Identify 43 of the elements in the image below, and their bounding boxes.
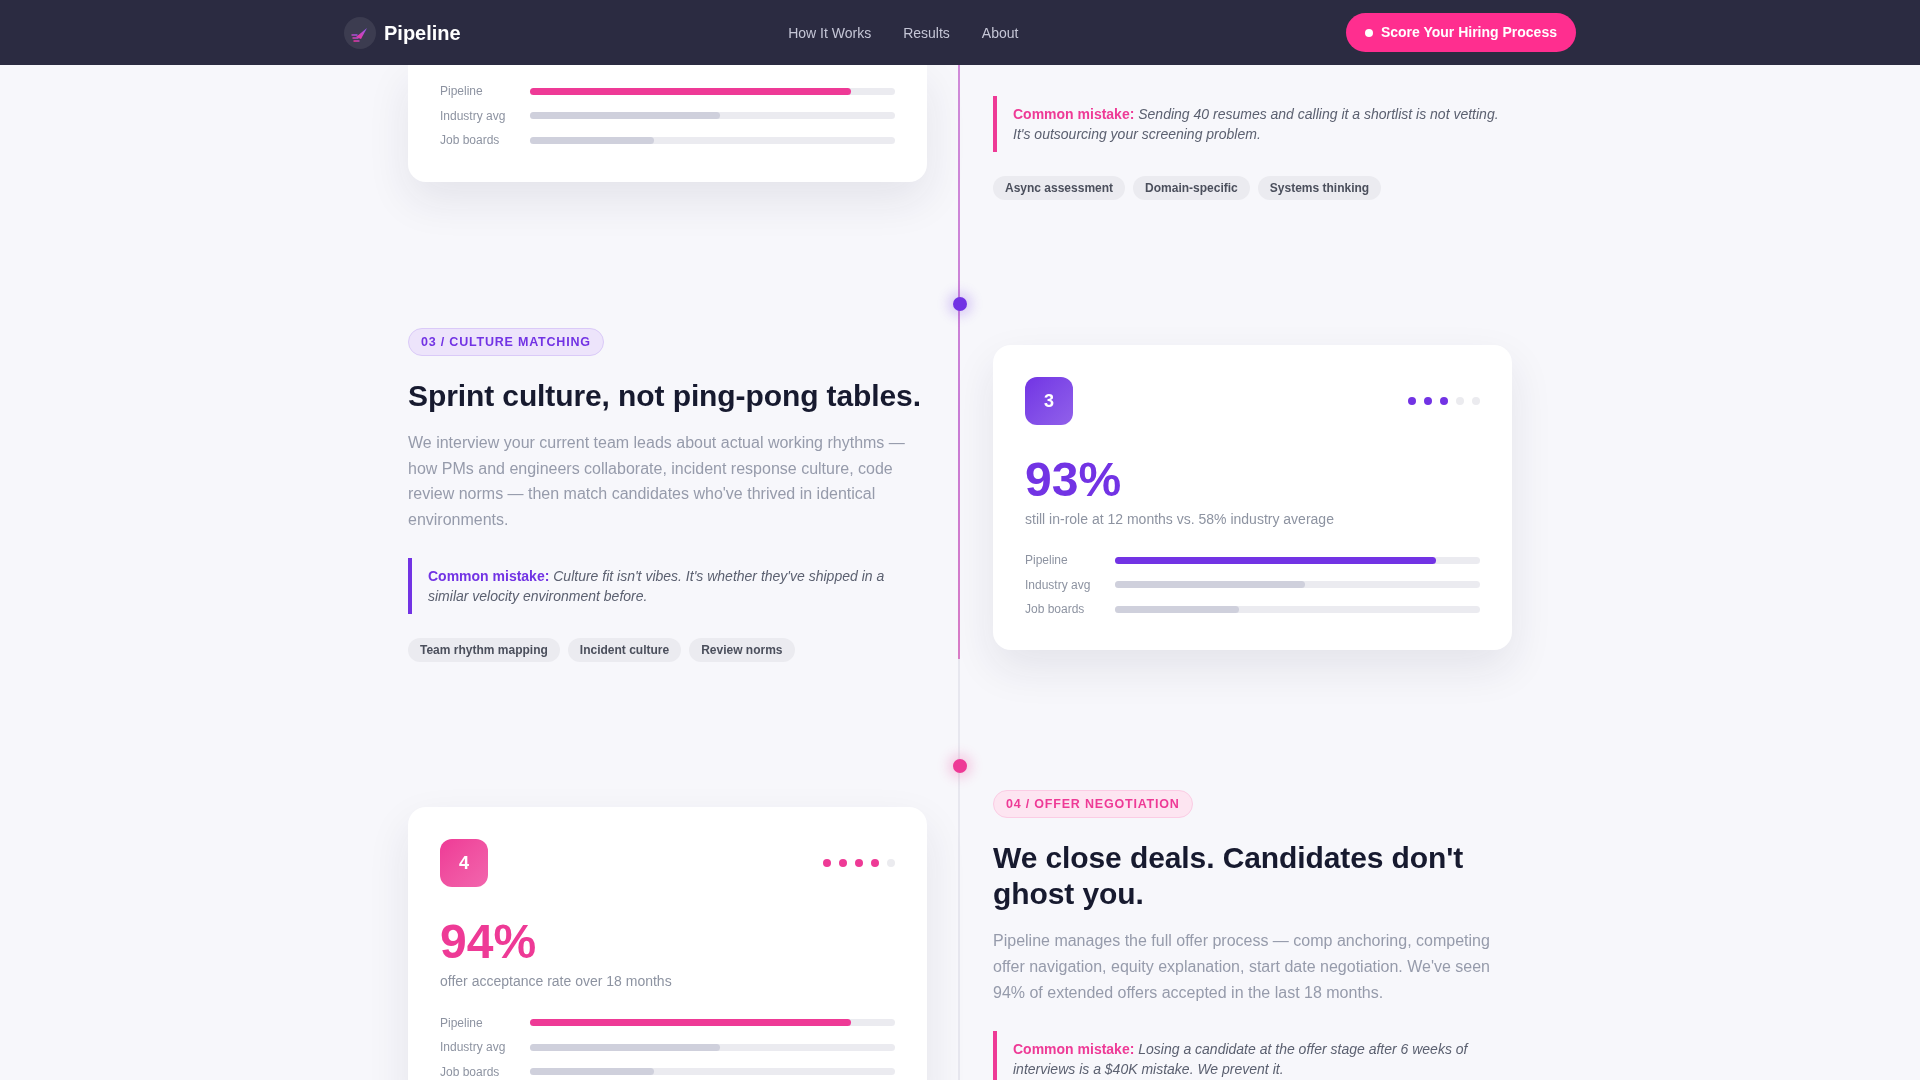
bar-label: Industry avg <box>440 1039 506 1056</box>
section-heading: Sprint culture, not ping-pong tables. <box>408 378 921 414</box>
brand-name[interactable]: Pipeline <box>384 20 461 45</box>
bar-label: Job boards <box>1025 601 1085 618</box>
step-number: 4 <box>440 839 488 888</box>
bar-label: Pipeline <box>440 83 483 100</box>
skill-tag: Domain-specific <box>1133 176 1250 200</box>
section-description: We interview your current team leads about actual working rhythms — how PMs and engineers collaborate, incident response culture, code review norms — then match candidates who've thrived in identical environments. <box>408 433 906 530</box>
skill-tag: Team rhythm mapping <box>408 638 560 663</box>
progress-dot-icon <box>871 859 879 868</box>
progress-dot-icon <box>839 859 847 868</box>
nav-link[interactable]: Results <box>903 22 950 43</box>
mistake-callout: Common mistake: Sending 40 resumes and calling it a shortlist is not vetting. It's outsourcing your screening problem. <box>993 96 1512 152</box>
stat-caption: still in-role at 12 months vs. 58% industry average <box>1025 510 1335 529</box>
progress-dot-icon <box>855 859 863 868</box>
progress-dot-icon <box>1440 397 1448 405</box>
nav-link[interactable]: How It Works <box>788 22 872 43</box>
skill-tag: Incident culture <box>567 638 682 663</box>
stat-caption: offer acceptance rate over 18 months <box>440 972 673 992</box>
step-number: 3 <box>1025 377 1073 425</box>
step-label: 03 / CULTURE MATCHING <box>408 328 604 356</box>
mistake-callout: Common mistake: Culture fit isn't vibes. It's whether they've shipped in a similar velocity environment before. <box>408 558 927 615</box>
bar-label: Industry avg <box>440 107 506 124</box>
dot-icon <box>1364 28 1373 37</box>
section-description: Pipeline manages the full offer process — comp anchoring, competing offer navigation, equity explanation, start date negotiation. We've seen 94% of extended offers accepted in the last 18 months. <box>993 931 1491 1003</box>
stat-value: 93% <box>1025 455 1123 505</box>
progress-dot-icon <box>1424 397 1432 405</box>
section-heading: We close deals. Candidates don't ghost you. <box>993 840 1465 913</box>
bar-label: Industry avg <box>1025 576 1091 593</box>
skill-tag: Async assessment <box>993 176 1126 200</box>
nav-link[interactable]: About <box>981 22 1019 43</box>
bar-label: Pipeline <box>1025 552 1068 569</box>
mistake-callout: Common mistake: Losing a candidate at the offer stage after 6 weeks of interviews is a $40K mistake. We prevent it. <box>993 1031 1512 1080</box>
stat-value: 94% <box>440 917 538 968</box>
logo-icon[interactable] <box>344 16 376 49</box>
bar-label: Job boards <box>440 132 500 149</box>
bar-label: Pipeline <box>440 1014 483 1031</box>
skill-tag: Systems thinking <box>1257 176 1382 200</box>
progress-dot-icon <box>823 859 831 868</box>
skill-tag: Review norms <box>689 638 795 663</box>
step-label: 04 / OFFER NEGOTIATION <box>993 790 1193 819</box>
bar-label: Job boards <box>440 1063 500 1080</box>
progress-dot-icon <box>1408 397 1416 405</box>
